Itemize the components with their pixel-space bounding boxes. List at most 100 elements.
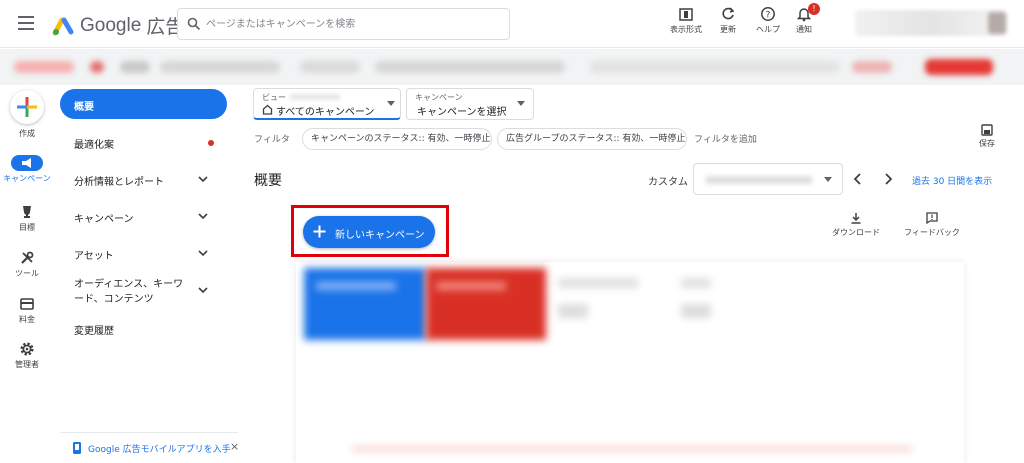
sidebar-item-label: オーディエンス、キーワード、コンテンツ	[74, 279, 184, 305]
plus-icon	[17, 97, 37, 117]
sidebar-item-label: 概要	[74, 102, 94, 113]
sidebar-item-overview[interactable]: 概要	[60, 89, 227, 119]
campaign-selector[interactable]: キャンペーン キャンペーンを選択	[406, 88, 534, 120]
metric-tile[interactable]	[426, 268, 546, 340]
google-ads-icon	[52, 17, 74, 35]
save-button[interactable]: 保存	[975, 124, 999, 149]
download-button[interactable]: ダウンロード	[825, 212, 887, 238]
rail-create-label: 作成	[19, 129, 35, 138]
mobile-app-link[interactable]: Google 広告モバイルアプリを入手	[88, 442, 231, 455]
view-selector[interactable]: ビュー すべてのキャンペーン	[253, 88, 401, 120]
sidebar-item-label: キャンペーン	[74, 214, 134, 225]
phone-icon	[73, 442, 81, 454]
metric-label	[316, 282, 396, 290]
metric-tile[interactable]	[681, 278, 711, 288]
search-box[interactable]	[177, 8, 510, 40]
new-campaign-label: 新しいキャンペーン	[335, 230, 425, 241]
campaigns-icon	[11, 155, 43, 171]
sidebar-item-insights-reports[interactable]: 分析情報とレポート	[60, 173, 238, 188]
rail-item-billing[interactable]: 料金	[0, 296, 54, 325]
brand-wordmark: Google	[80, 14, 142, 36]
create-button[interactable]	[10, 90, 44, 124]
campaign-caption: キャンペーン	[415, 93, 463, 102]
save-icon	[981, 124, 993, 136]
notification-badge: !	[808, 3, 820, 15]
search-icon	[187, 17, 201, 31]
blurred-date-range	[706, 176, 812, 184]
svg-text:?: ?	[766, 11, 771, 21]
chevron-down-icon	[198, 250, 208, 257]
filter-label: フィルタ	[254, 135, 290, 145]
view-value: すべてのキャンペーン	[276, 107, 375, 118]
chevron-left-icon[interactable]	[852, 172, 864, 186]
notifications-label: 通知	[796, 25, 812, 34]
filter-chip-adgroup-status[interactable]: 広告グループのステータス:: 有効、一時停止	[497, 128, 687, 150]
search-input[interactable]	[206, 9, 501, 39]
dropdown-arrow-icon	[387, 101, 395, 106]
avatar[interactable]	[988, 12, 1006, 34]
notification-dot	[208, 140, 214, 146]
campaign-value: キャンペーンを選択	[417, 107, 507, 118]
appearance-button[interactable]: 表示形式	[664, 6, 708, 35]
metric-tile[interactable]	[558, 278, 638, 288]
google-ads-logo[interactable]: Google 広告	[52, 12, 184, 39]
sidebar-item-assets[interactable]: アセット	[60, 247, 238, 262]
filter-chip-campaign-status[interactable]: キャンペーンのステータス:: 有効、一時停止	[302, 128, 492, 150]
metric-label	[436, 282, 506, 290]
metric-value	[681, 304, 711, 318]
credit-card-icon	[20, 298, 34, 310]
rail-goals-label: 目標	[19, 223, 35, 232]
chevron-right-icon[interactable]	[882, 172, 894, 186]
appearance-label: 表示形式	[670, 25, 702, 34]
rail-item-tools[interactable]: ツール	[0, 250, 54, 279]
mobile-app-banner[interactable]: Google 広告モバイルアプリを入手 ×	[60, 432, 239, 460]
feedback-button[interactable]: フィードバック	[902, 212, 962, 238]
sidebar-item-label: 変更履歴	[74, 326, 114, 337]
close-icon[interactable]: ×	[230, 440, 239, 453]
rail-item-campaigns[interactable]: キャンペーン	[0, 155, 54, 184]
gear-icon	[20, 342, 34, 356]
metric-tile[interactable]	[304, 268, 426, 340]
feedback-label: フィードバック	[904, 228, 960, 237]
tools-icon	[21, 251, 34, 264]
rail-item-goals[interactable]: 目標	[0, 204, 54, 233]
notifications-button[interactable]: ! 通知	[782, 3, 826, 35]
new-campaign-button[interactable]: 新しいキャンペーン	[303, 216, 435, 248]
sidebar-item-label: アセット	[74, 251, 114, 262]
top-bar: Google 広告 表示形式 更新 ? ヘルプ	[0, 0, 1024, 48]
add-filter-link[interactable]: フィルタを追加	[694, 132, 757, 145]
help-label: ヘルプ	[756, 25, 780, 34]
rail-billing-label: 料金	[19, 315, 35, 324]
blurred-account-name	[290, 94, 340, 100]
page-title: 概要	[254, 173, 282, 189]
view-caption: ビュー	[262, 93, 286, 102]
sidebar-item-change-history[interactable]: 変更履歴	[60, 322, 238, 337]
trophy-icon	[23, 206, 31, 218]
filter-chip-label: キャンペーンのステータス:: 有効、一時停止	[311, 134, 491, 144]
save-label: 保存	[979, 139, 995, 148]
last-30-days-link[interactable]: 過去 30 日間を表示	[912, 174, 992, 187]
dropdown-arrow-icon	[824, 177, 832, 182]
refresh-label: 更新	[720, 25, 736, 34]
download-icon	[851, 213, 861, 224]
sidebar-item-campaigns[interactable]: キャンペーン	[60, 210, 238, 225]
appearance-icon	[679, 8, 693, 21]
chevron-down-icon	[198, 176, 208, 183]
rail-item-admin[interactable]: 管理者	[0, 341, 54, 370]
date-range-label: カスタム	[648, 177, 688, 188]
filter-chip-label: 広告グループのステータス:: 有効、一時停止	[506, 134, 686, 144]
chart-line	[352, 447, 912, 451]
sidebar-item-recommendations[interactable]: 最適化案	[60, 136, 238, 151]
account-switcher[interactable]	[855, 10, 1007, 36]
metric-value	[558, 304, 588, 318]
refresh-icon	[722, 7, 735, 20]
help-icon: ?	[761, 7, 775, 21]
sidebar-item-label: 分析情報とレポート	[74, 177, 164, 188]
sidebar-item-audiences[interactable]: オーディエンス、キーワード、コンテンツ	[60, 277, 238, 307]
date-range-picker[interactable]	[693, 163, 843, 195]
performance-card	[296, 262, 964, 463]
menu-icon[interactable]	[18, 16, 34, 30]
refresh-button[interactable]: 更新	[706, 6, 750, 35]
sidebar-item-label: 最適化案	[74, 140, 114, 151]
rail-admin-label: 管理者	[15, 360, 39, 369]
